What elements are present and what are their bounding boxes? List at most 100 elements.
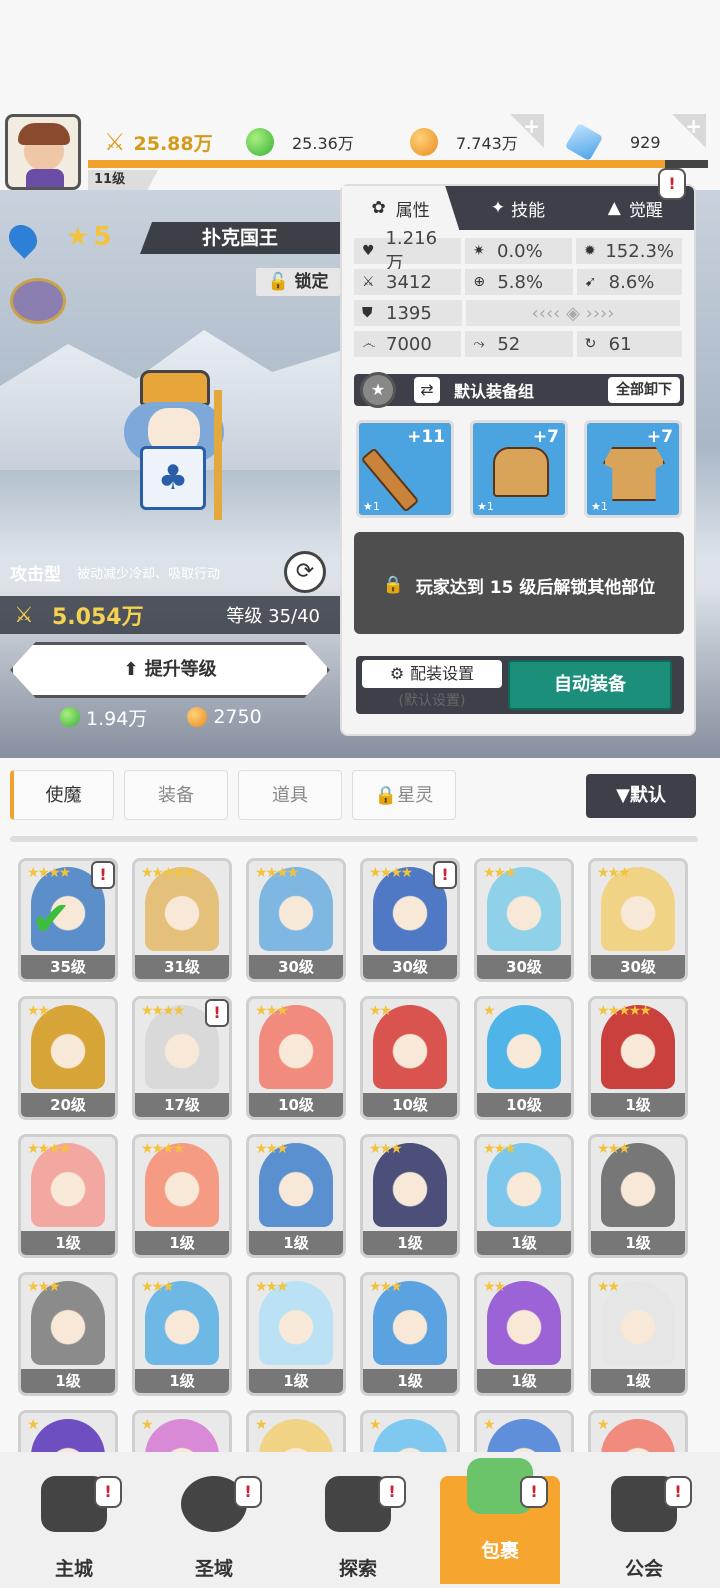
gear-icon: ⚙ [389, 664, 405, 683]
familiar-card[interactable]: ★★★ 30级 [588, 858, 688, 982]
spiral-icon: ↻ [584, 336, 597, 352]
familiar-card[interactable]: ★★★★ 35级! ✔ [18, 858, 118, 982]
familiar-card[interactable]: ★★★ 1级 [360, 1272, 460, 1396]
upgrade-level-button[interactable]: ⬆ 提升等级 [10, 642, 330, 698]
star-rating: ★★ [27, 1003, 50, 1019]
familiar-card[interactable]: ★★★ 1级 [474, 1134, 574, 1258]
star-rating: ★★ [483, 1279, 506, 1295]
nav-main-city[interactable]: 主城 ! [14, 1476, 134, 1584]
familiar-card[interactable]: ★★★ 1级 [246, 1272, 346, 1396]
star-rating: ★★★★★ [597, 1003, 652, 1019]
sort-default-button[interactable]: ▼默认 [586, 774, 696, 818]
familiar-card[interactable]: ★★★★★ 1级 [588, 996, 688, 1120]
star-rating: ★ [255, 1417, 267, 1433]
nav-bag[interactable]: 包裹 ! [440, 1458, 560, 1584]
familiar-level: 1级 [363, 1369, 457, 1393]
panel-tabs: ✿ 属性 ✦ 技能 ▲ 觉醒 [342, 186, 694, 230]
familiar-card[interactable]: ★★ 20级 [18, 996, 118, 1120]
alert-icon: ! [94, 1476, 122, 1508]
familiar-card[interactable]: ★★★★ 30级 [246, 858, 346, 982]
sword-icon: ⚔ [14, 602, 34, 628]
familiar-card[interactable]: ★★★★ 1级 [132, 1134, 232, 1258]
familiar-level: 1级 [477, 1231, 571, 1255]
wing-icon: ➹ [584, 274, 597, 290]
warning-icon: ‹‹‹‹ ◈ ›››› [531, 302, 615, 324]
lock-icon: 🔒 [382, 575, 404, 595]
familiar-level: 1级 [135, 1369, 229, 1393]
familiar-level: 1级 [363, 1231, 457, 1255]
tab-star-spirit[interactable]: 🔒星灵 [352, 770, 456, 820]
power-display: ⚔ 25.88万 [104, 128, 213, 156]
unequip-all-button[interactable]: 全部卸下 [608, 377, 680, 403]
familiar-card[interactable]: ★★ 10级 [360, 996, 460, 1120]
familiar-card[interactable]: ★★★★ 30级! [360, 858, 460, 982]
alert-icon: ! [433, 861, 457, 889]
familiar-level: 30级 [249, 955, 343, 979]
nav-guild[interactable]: 公会 ! [584, 1476, 704, 1584]
equip-config-button[interactable]: ⚙ 配装设置 [362, 660, 502, 688]
familiar-card[interactable]: ★ 10级 [474, 996, 574, 1120]
tab-skills[interactable]: ✦ 技能 [459, 186, 576, 230]
crit-stat: ✷ 0.0% [465, 238, 572, 264]
skill-icon: ✦ [490, 198, 506, 218]
lock-icon: 🔒 [374, 785, 398, 806]
familiar-card[interactable]: ★★★ 1级 [18, 1272, 118, 1396]
star-rating: ★★★ [255, 1141, 289, 1157]
hero-type-row: 攻击型 被动减少冷却、吸取行动 ⟳ [0, 551, 340, 593]
player-avatar[interactable] [5, 114, 81, 190]
heart-icon: ♥ [362, 243, 375, 259]
equip-group-bar[interactable]: ★ ⇄ 默认装备组 全部卸下 [354, 372, 684, 408]
attribute-icon: ✿ [371, 198, 386, 218]
swirl-icon: ෴ [362, 336, 376, 352]
familiar-card[interactable]: ★★★ 1级 [246, 1134, 346, 1258]
star-rating: ★ [597, 1417, 609, 1433]
gold-coin-icon [410, 128, 438, 156]
tab-equipment[interactable]: 装备 [124, 770, 228, 820]
star-rating: ★★★ [369, 1279, 403, 1295]
nav-explore[interactable]: 探索 ! [298, 1476, 418, 1584]
experience-fill [88, 160, 665, 168]
familiar-card[interactable]: ★★ 1级 [474, 1272, 574, 1396]
familiar-card[interactable]: ★★★★ 1级 [18, 1134, 118, 1258]
nav-sanctuary[interactable]: 圣域 ! [154, 1476, 274, 1584]
familiar-portrait [487, 1005, 561, 1089]
familiar-card[interactable]: ★★★★ 17级! [132, 996, 232, 1120]
familiar-level: 31级 [135, 955, 229, 979]
familiar-card[interactable]: ★★★ 1级 [132, 1272, 232, 1396]
familiar-card[interactable]: ★★★★★ 31级 [132, 858, 232, 982]
crit-damage-stat: ✹ 152.3% [576, 238, 682, 264]
alert-icon: ! [664, 1476, 692, 1508]
rotate-view-icon[interactable]: ⟳ [284, 551, 326, 593]
hero-lock-badge-icon[interactable] [10, 278, 66, 324]
star-rating: ★★★ [369, 1141, 403, 1157]
familiar-level: 1级 [477, 1369, 571, 1393]
auto-equip-button[interactable]: 自动装备 [508, 660, 672, 710]
familiar-card[interactable]: ★★★ 1级 [588, 1134, 688, 1258]
shield-icon: ⛊ [362, 305, 373, 321]
locked-stat: ‹‹‹‹ ◈ ›››› [466, 300, 680, 326]
familiar-level: 35级 [21, 955, 115, 979]
alert-icon: ! [520, 1476, 548, 1508]
familiar-card[interactable]: ★★★ 30级 [474, 858, 574, 982]
familiar-level: 20级 [21, 1093, 115, 1117]
arrow-up-icon: ⬆ [123, 659, 139, 680]
equip-slot-helmet[interactable]: +7 ★1 [470, 420, 568, 518]
equip-slot-armor[interactable]: +7 ★1 [584, 420, 682, 518]
familiar-level: 1级 [591, 1231, 685, 1255]
tab-attributes[interactable]: ✿ 属性 [342, 186, 460, 230]
divider [10, 836, 698, 842]
familiar-card[interactable]: ★★ 1级 [588, 1272, 688, 1396]
tab-familiar[interactable]: 使魔 [10, 770, 114, 820]
familiar-card[interactable]: ★★★ 1级 [360, 1134, 460, 1258]
hp-stat: ♥ 1.216万 [354, 228, 461, 274]
lock-button[interactable]: 🔓 锁定 [256, 268, 340, 296]
star-rating: ★★★★ [141, 1141, 185, 1157]
star-rating: ★★★★ [369, 865, 413, 881]
crystal-display: 929 [564, 120, 661, 164]
star-rating: ★ [141, 1417, 153, 1433]
add-crystal-icon[interactable]: + [672, 114, 706, 148]
equip-slot-weapon[interactable]: +11 ★1 [356, 420, 454, 518]
tab-items[interactable]: 道具 [238, 770, 342, 820]
familiar-card[interactable]: ★★★ 10级 [246, 996, 346, 1120]
resist-icon: ⤳ [473, 336, 485, 352]
